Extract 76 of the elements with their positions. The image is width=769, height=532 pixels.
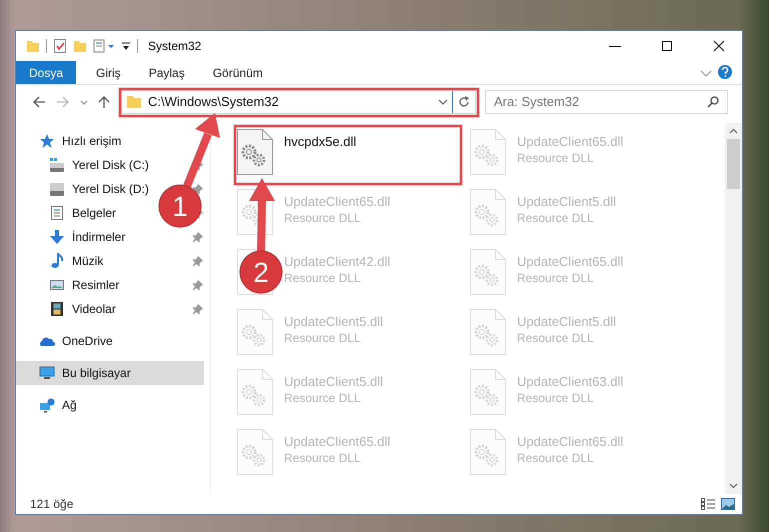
item-count: 121 öğe [30,497,74,511]
network-icon [39,397,55,413]
sidebar-item[interactable]: Videolar [16,297,156,321]
ribbon-tab[interactable]: Görünüm [198,61,277,84]
folder-icon [73,39,87,53]
chevron-up-icon [729,127,738,136]
back-icon [33,96,45,108]
star-icon [39,133,55,149]
help-icon[interactable] [718,65,732,79]
step-number-badge: 1 [158,184,202,228]
file-type: Resource DLL [284,451,362,465]
gear-file-icon [469,308,507,356]
sidebar-item[interactable]: Ağ [16,393,156,417]
large-icons-view-icon [720,497,736,511]
file-type: Resource DLL [517,151,595,165]
caret-icon [121,41,131,51]
gear-file-icon [469,428,507,476]
folder-icon [26,39,40,53]
ribbon-tab[interactable]: Giriş [82,61,135,84]
address-bar[interactable]: C:\Windows\System32 [121,90,476,114]
gear-file-icon [469,128,507,176]
file-type: Resource DLL [517,451,595,465]
window-title: System32 [148,39,202,53]
computer-icon [39,365,55,381]
gear-file-icon [469,248,507,296]
maximize-icon [661,40,673,52]
file-menu-tab[interactable]: Dosya [16,61,76,84]
chevron-down-icon [438,96,448,106]
picture-icon [49,277,65,293]
file-type: Resource DLL [517,331,595,345]
file-type: Resource DLL [517,391,595,405]
gear-file-icon [236,308,274,356]
search-icon [707,96,719,108]
sidebar-item[interactable]: Yerel Disk (C:) [16,153,156,177]
forward-icon [57,96,69,108]
drive-icon [49,181,65,197]
checklist-icon [53,38,67,54]
document-icon [49,205,65,221]
file-type: Resource DLL [517,211,595,225]
sidebar-item[interactable]: Müzik [16,249,156,273]
file-type: Resource DLL [284,331,362,345]
file-type: Resource DLL [284,271,362,285]
gear-file-icon [236,368,274,416]
scrollbar-thumb[interactable] [727,139,740,189]
sidebar-item[interactable]: OneDrive [16,329,156,353]
film-icon [49,301,65,317]
sidebar-item[interactable]: İndirmeler [16,225,156,249]
scrollbar[interactable] [725,123,742,494]
gear-file-icon [236,428,274,476]
step-number-badge: 2 [240,250,282,294]
chevron-down-icon [729,481,738,490]
gear-file-icon [469,188,507,236]
sidebar-item[interactable]: Belgeler [16,201,156,225]
file-type: Resource DLL [284,391,362,405]
question-mark-icon [721,67,729,77]
music-note-icon [49,253,65,269]
sidebar-item[interactable]: Hızlı erişim [16,129,156,153]
file-name[interactable]: hvcpdx5e.dll [284,134,356,149]
ribbon-tab[interactable]: Paylaş [134,61,199,84]
details-view-icon [700,497,716,511]
gear-file-icon [469,368,507,416]
refresh-icon [458,96,470,108]
drive-icon [49,157,65,173]
address-path: C:\Windows\System32 [148,94,280,109]
sidebar-item[interactable]: Bu bilgisayar [16,361,204,385]
sidebar-item[interactable]: Yerel Disk (D:) [16,177,156,201]
sidebar-item[interactable]: Resimler [16,273,156,297]
properties-icon [93,39,115,53]
gear-file-icon [236,128,274,176]
download-arrow-icon [49,229,65,245]
up-icon [98,96,110,108]
file-type: Resource DLL [517,271,595,285]
close-icon [713,40,725,52]
folder-icon [126,94,142,110]
file-type: Resource DLL [284,211,362,225]
search-field[interactable]: Ara: System32 [485,90,728,114]
